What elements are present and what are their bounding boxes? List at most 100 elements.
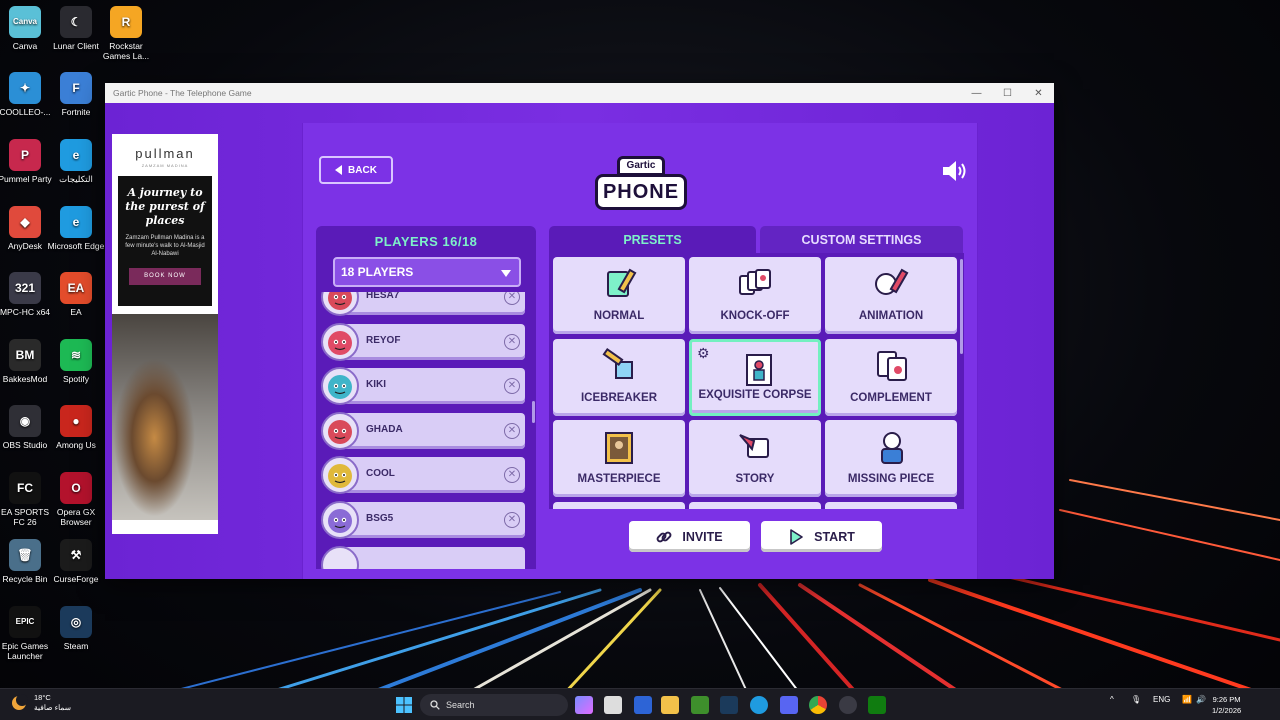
maximize-button[interactable]: ☐ — [992, 88, 1023, 99]
app-icon: ● — [60, 405, 92, 437]
exquisite-corpse-icon — [746, 354, 772, 386]
security-icon[interactable] — [634, 696, 652, 714]
desktop-icon[interactable]: EA EA — [47, 272, 105, 317]
taskbar-clock[interactable]: 9:26 PM 1/2/2026 — [1212, 694, 1241, 716]
weather-widget[interactable]: 18°C سماء صافية — [10, 693, 71, 713]
desktop-icon[interactable]: P Pummel Party — [0, 139, 54, 184]
desktop-icon-label: Pummel Party — [0, 174, 52, 184]
taskbar: 18°C سماء صافية Search ^ 🎙 ENG 📶 🔊 9:26 … — [0, 688, 1280, 720]
desktop-icon[interactable]: 321 MPC-HC x64 — [0, 272, 54, 317]
preset-card[interactable]: MASTERPIECE — [553, 420, 685, 497]
desktop-icon-label: MPC-HC x64 — [0, 307, 51, 317]
desktop-icon[interactable]: EPIC Epic Games Launcher — [0, 606, 54, 661]
preset-card-partial[interactable] — [689, 502, 821, 509]
file-explorer-icon[interactable] — [661, 696, 679, 714]
app-icon: O — [60, 472, 92, 504]
preset-card[interactable]: MISSING PIECE — [825, 420, 957, 497]
player-name: REYOF — [366, 334, 401, 346]
weather-temp: 18°C — [34, 693, 51, 702]
minecraft-icon[interactable] — [691, 696, 709, 714]
tab-custom-settings[interactable]: CUSTOM SETTINGS — [760, 226, 963, 253]
discord-icon[interactable] — [780, 696, 798, 714]
desktop-icon[interactable]: ◆ AnyDesk — [0, 206, 54, 251]
speaker-volume-icon[interactable] — [941, 159, 967, 183]
gear-icon[interactable]: ⚙ — [697, 345, 710, 362]
desktop-icon[interactable]: ◎ Steam — [47, 606, 105, 651]
desktop-icon[interactable]: ● Among Us — [47, 405, 105, 450]
desktop-icon[interactable]: BM BakkesMod — [0, 339, 54, 384]
steam-taskbar-icon[interactable] — [720, 696, 738, 714]
max-players-value: 18 PLAYERS — [341, 265, 414, 279]
preset-card-partial[interactable] — [553, 502, 685, 509]
desktop-icon[interactable]: F Fortnite — [47, 72, 105, 117]
desktop-icon[interactable]: e Microsoft Edge — [47, 206, 105, 251]
ad-book-now-button[interactable]: BOOK NOW — [129, 268, 201, 285]
chevron-down-icon — [501, 270, 511, 277]
minimize-button[interactable]: — — [961, 88, 992, 99]
remove-player-button[interactable]: ✕ — [504, 512, 520, 528]
window-titlebar[interactable]: Gartic Phone - The Telephone Game — ☐ ✕ — [105, 83, 1054, 103]
desktop-icon-label: Recycle Bin — [2, 574, 48, 584]
player-card — [335, 368, 525, 405]
close-button[interactable]: ✕ — [1023, 88, 1054, 99]
remove-player-button[interactable]: ✕ — [504, 422, 520, 439]
chrome-icon[interactable] — [809, 696, 827, 714]
preset-card[interactable]: ANIMATION — [825, 257, 957, 334]
preset-label: EXQUISITE CORPSE — [698, 389, 812, 401]
desktop-icon[interactable]: 🗑 Recycle Bin — [0, 539, 54, 584]
presets-scrollbar[interactable] — [960, 259, 963, 354]
player-row: KIKI ✕ — [321, 367, 527, 406]
volume-icon[interactable]: 🔊 — [1196, 695, 1206, 704]
desktop-icon-label: Steam — [63, 641, 89, 651]
desktop-icon[interactable]: FC EA SPORTS FC 26 — [0, 472, 54, 527]
preset-card-partial[interactable] — [825, 502, 957, 509]
start-label: START — [814, 529, 855, 544]
store-icon[interactable] — [604, 696, 622, 714]
language-indicator[interactable]: ENG — [1153, 695, 1170, 704]
desktop-icon[interactable]: ◉ OBS Studio — [0, 405, 54, 450]
preset-card[interactable]: KNOCK-OFF — [689, 257, 821, 334]
preset-card[interactable]: ⚙ EXQUISITE CORPSE — [689, 339, 821, 416]
gartic-phone-lobby: BACK Gartic PHONE PLAYERS 16/18 18 PLAYE… — [302, 123, 978, 579]
microphone-icon[interactable]: 🎙 — [1131, 695, 1141, 704]
advertisement[interactable]: pullman ZAMZAM MADINA A journey to the p… — [112, 134, 218, 534]
ad-body: Zamzam Pullman Madina is a few minute's … — [125, 235, 205, 257]
start-menu-icon[interactable] — [396, 697, 412, 713]
preset-label: KNOCK-OFF — [720, 310, 790, 322]
remove-player-button[interactable]: ✕ — [504, 333, 520, 350]
tab-presets[interactable]: PRESETS — [549, 226, 756, 253]
player-list-scrollbar[interactable] — [532, 401, 535, 423]
desktop-icon[interactable]: Canva Canva — [0, 6, 54, 51]
start-button[interactable]: START — [761, 521, 882, 552]
desktop-icon[interactable]: O Opera GX Browser — [47, 472, 105, 527]
window-title: Gartic Phone - The Telephone Game — [113, 88, 252, 98]
app-icon: FC — [9, 472, 41, 504]
animation-icon — [875, 268, 909, 295]
edge-icon[interactable] — [750, 696, 768, 714]
desktop-icon[interactable]: ≋ Spotify — [47, 339, 105, 384]
chevron-up-icon[interactable]: ^ — [1110, 695, 1114, 704]
player-avatar — [321, 501, 359, 539]
normal-icon — [607, 268, 637, 297]
player-list[interactable]: HESA7 ✕ REYOF ✕ KIKI ✕ GHADA ✕ COOL ✕ BSG5 ✕ — [321, 292, 531, 569]
desktop-icon[interactable]: e التكليجات — [47, 139, 105, 184]
preset-card[interactable]: ICEBREAKER — [553, 339, 685, 416]
desktop-icon[interactable]: R Rockstar Games La... — [97, 6, 155, 61]
invite-button[interactable]: INVITE — [629, 521, 750, 552]
avatar-face-icon — [328, 292, 352, 310]
desktop-icon[interactable]: ⚒ CurseForge — [47, 539, 105, 584]
preset-card[interactable]: NORMAL — [553, 257, 685, 334]
taskbar-search[interactable]: Search — [420, 694, 568, 716]
max-players-select[interactable]: 18 PLAYERS — [333, 257, 521, 287]
gartic-phone-taskbar-icon[interactable] — [839, 696, 857, 714]
back-button[interactable]: BACK — [319, 156, 393, 184]
avatar-face-icon — [328, 330, 352, 355]
copilot-icon[interactable] — [575, 696, 593, 714]
preset-card[interactable]: STORY — [689, 420, 821, 497]
preset-label: COMPLEMENT — [850, 392, 932, 404]
wifi-icon[interactable]: 📶 — [1182, 695, 1192, 704]
xbox-icon[interactable] — [868, 696, 886, 714]
desktop-icon[interactable]: ✦ COOLLEO-... — [0, 72, 54, 117]
preset-card[interactable]: COMPLEMENT — [825, 339, 957, 416]
ad-copy-box: A journey to the purest of places Zamzam… — [118, 176, 212, 306]
